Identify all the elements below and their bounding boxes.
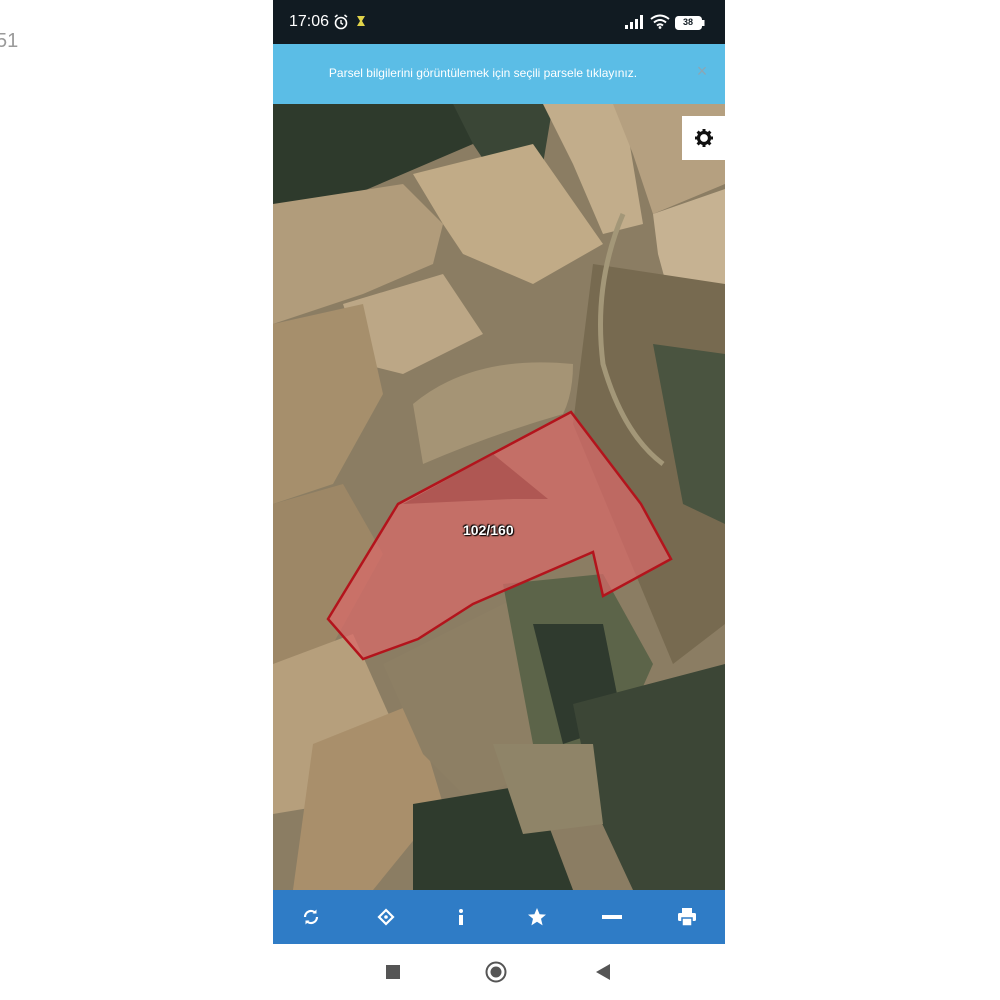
measure-button[interactable] <box>592 897 632 937</box>
refresh-button[interactable] <box>291 897 331 937</box>
info-icon <box>459 909 464 925</box>
status-bar: 17:06 38 <box>273 0 725 44</box>
alarm-icon <box>334 14 348 30</box>
favorite-button[interactable] <box>517 897 557 937</box>
recents-icon[interactable] <box>386 965 400 979</box>
locate-icon <box>377 908 395 926</box>
satellite-map[interactable]: 102/160 <box>273 104 725 890</box>
parcel-label: 102/160 <box>463 522 514 538</box>
print-icon <box>678 908 697 926</box>
outer-page-fragment: 51 <box>0 30 19 52</box>
print-button[interactable] <box>667 897 707 937</box>
home-icon[interactable] <box>485 961 507 983</box>
wifi-icon <box>650 14 670 29</box>
back-icon[interactable] <box>595 963 611 981</box>
info-button[interactable] <box>441 897 481 937</box>
close-banner-button[interactable]: × <box>691 60 713 82</box>
refresh-icon <box>303 909 318 925</box>
signal-icon <box>625 15 643 29</box>
parcel-polygon[interactable] <box>273 104 725 890</box>
android-nav-bar <box>273 944 725 1000</box>
bottom-toolbar <box>273 890 725 944</box>
phone-screen: 17:06 38 Parsel bilgilerini görüntülemek… <box>273 0 725 1000</box>
settings-button[interactable] <box>682 116 725 160</box>
battery-level: 38 <box>682 17 693 27</box>
minus-icon <box>601 915 622 919</box>
notification-icon <box>357 16 365 26</box>
status-time: 17:06 <box>289 13 330 30</box>
locate-button[interactable] <box>366 897 406 937</box>
star-icon <box>527 908 546 926</box>
info-banner: Parsel bilgilerini görüntülemek için seç… <box>273 44 725 104</box>
banner-message: Parsel bilgilerini görüntülemek için seç… <box>328 66 638 80</box>
gear-icon <box>694 129 713 147</box>
